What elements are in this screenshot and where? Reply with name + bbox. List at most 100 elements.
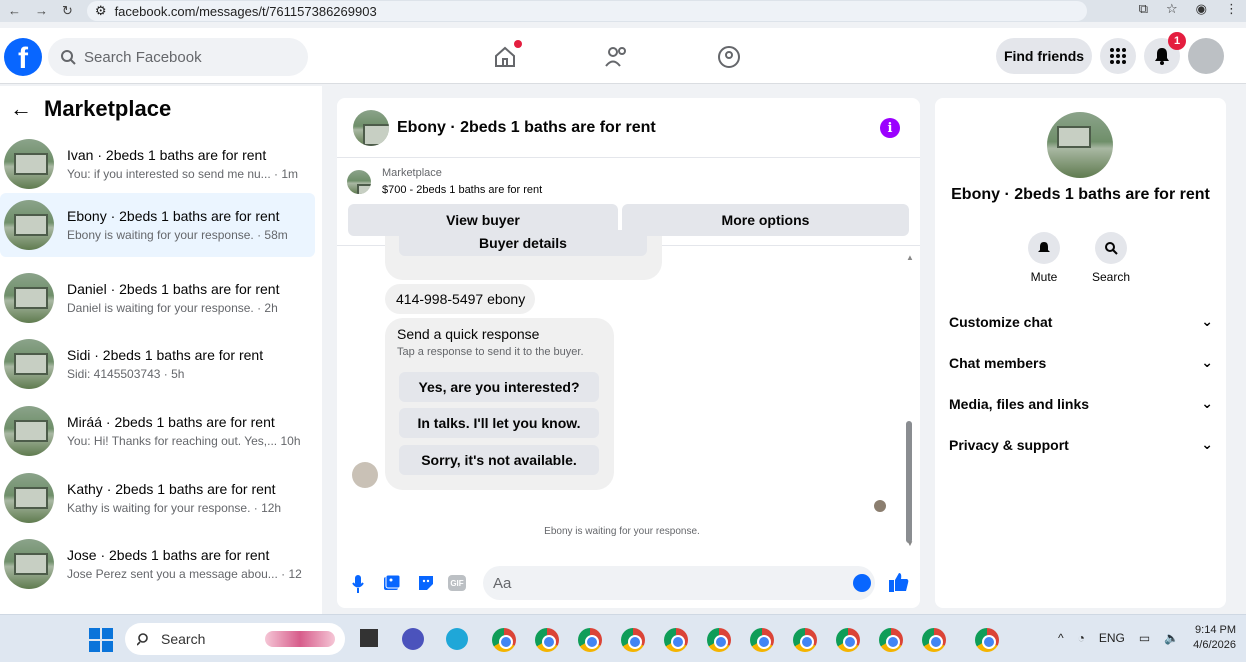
conversation-preview: Jose Perez sent you a message abou... · …	[67, 567, 302, 581]
chat-scrollbar[interactable]: ▲ ▼	[906, 253, 914, 548]
chrome-icon[interactable]	[707, 628, 731, 652]
conversation-item[interactable]: Ivan · 2beds 1 baths are for rent You: if…	[0, 132, 315, 196]
bell-icon	[1155, 48, 1169, 65]
listing-thumbnail	[4, 139, 54, 189]
customize-chat-section[interactable]: Customize chat ⌄	[949, 313, 1213, 330]
mute-action[interactable]: Mute	[1014, 232, 1074, 284]
address-bar[interactable]: ⚙ facebook.com/messages/t/76115738626990…	[86, 1, 1087, 21]
search-highlight-image	[265, 631, 335, 647]
clock[interactable]: 9:14 PM 4/6/2026	[1193, 623, 1236, 653]
chrome-icon[interactable]	[621, 628, 645, 652]
conversation-preview: Sidi: 4145503743 · 5h	[67, 367, 185, 381]
buyer-details-button[interactable]: Buyer details	[399, 230, 647, 256]
notifications-button[interactable]: 1	[1144, 32, 1186, 74]
search-action[interactable]: Search	[1081, 232, 1141, 284]
scroll-thumb[interactable]	[906, 421, 912, 543]
contact-avatar[interactable]	[1047, 112, 1113, 178]
chevron-down-icon: ⌄	[1201, 395, 1213, 411]
quick-reply-button[interactable]: Sorry, it's not available.	[399, 445, 599, 475]
chrome-icon[interactable]	[793, 628, 817, 652]
chrome-icon[interactable]	[664, 628, 688, 652]
search-facebook-input[interactable]: Search Facebook	[48, 38, 308, 76]
conversation-item[interactable]: Miráá · 2beds 1 baths are for rent You: H…	[0, 399, 315, 463]
back-icon[interactable]: ←	[8, 3, 21, 19]
conversation-item-active[interactable]: Ebony · 2beds 1 baths are for rent Ebony …	[0, 193, 315, 257]
teams-icon[interactable]	[402, 628, 424, 650]
conversation-name: Jose · 2beds 1 baths are for rent	[67, 547, 270, 563]
conversation-name: Kathy · 2beds 1 baths are for rent	[67, 481, 276, 497]
chat-title[interactable]: Ebony · 2beds 1 baths are for rent	[397, 119, 656, 137]
conversation-item[interactable]: Jose · 2beds 1 baths are for rent Jose Pe…	[0, 532, 315, 596]
conversation-item[interactable]: Daniel · 2beds 1 baths are for rent Danie…	[0, 266, 315, 330]
taskbar-search[interactable]: Search	[125, 623, 345, 655]
find-friends-button[interactable]: Find friends	[996, 38, 1092, 74]
home-icon[interactable]	[490, 40, 522, 72]
volume-icon[interactable]: 🔈	[1164, 631, 1179, 645]
photo-icon[interactable]	[383, 574, 401, 592]
conversation-preview: You: Hi! Thanks for reaching out. Yes,..…	[67, 434, 301, 448]
facebook-logo-icon[interactable]: f	[4, 38, 42, 76]
home-notification-dot	[514, 40, 522, 48]
profile-icon[interactable]: ◉	[1196, 1, 1207, 17]
scroll-down-icon[interactable]: ▼	[906, 539, 914, 548]
media-files-section[interactable]: Media, files and links ⌄	[949, 395, 1213, 412]
gif-icon[interactable]: GIF	[448, 575, 466, 591]
conversation-item[interactable]: Sidi · 2beds 1 baths are for rent Sidi: 4…	[0, 332, 315, 396]
scroll-up-icon[interactable]: ▲	[906, 253, 914, 262]
microphone-icon[interactable]	[351, 574, 365, 594]
groups-icon[interactable]	[714, 42, 744, 72]
chrome-icon[interactable]	[578, 628, 602, 652]
chrome-icon[interactable]	[750, 628, 774, 652]
account-avatar[interactable]	[1188, 38, 1224, 74]
chrome-icon[interactable]	[535, 628, 559, 652]
grid-icon	[1110, 48, 1126, 64]
search-icon	[61, 50, 76, 65]
listing-price-title[interactable]: $700 - 2beds 1 baths are for rent	[382, 184, 542, 196]
message-composer: GIF Aa	[337, 560, 920, 608]
info-icon[interactable]: i	[880, 118, 900, 138]
privacy-support-section[interactable]: Privacy & support ⌄	[949, 436, 1213, 453]
listing-thumbnail	[4, 406, 54, 456]
search-placeholder: Search Facebook	[84, 48, 202, 66]
windows-start-icon[interactable]	[89, 628, 113, 652]
section-label: Privacy & support	[949, 436, 1069, 453]
display-icon[interactable]: ▭	[1139, 631, 1150, 645]
quick-reply-button[interactable]: In talks. I'll let you know.	[399, 408, 599, 438]
conversation-name: Daniel · 2beds 1 baths are for rent	[67, 281, 280, 297]
quick-reply-button[interactable]: Yes, are you interested?	[399, 372, 599, 402]
cast-icon[interactable]: ⧉	[1139, 1, 1148, 17]
bookmark-star-icon[interactable]: ☆	[1166, 1, 1178, 17]
chat-avatar[interactable]	[353, 109, 389, 146]
language-indicator[interactable]: ENG	[1099, 631, 1125, 645]
conversation-item[interactable]: Kathy · 2beds 1 baths are for rent Kathy …	[0, 466, 315, 530]
menu-grid-button[interactable]	[1100, 38, 1136, 74]
emoji-icon[interactable]	[853, 574, 871, 592]
chrome-icon[interactable]	[879, 628, 903, 652]
chevron-up-icon[interactable]: ^	[1058, 631, 1064, 645]
forward-icon[interactable]: →	[35, 3, 48, 19]
chrome-icon-active[interactable]	[975, 628, 999, 652]
buyer-avatar[interactable]	[352, 462, 378, 488]
system-tray: ^ ◔ ENG ▭ 🔈 9:14 PM 4/6/2026	[1058, 623, 1236, 653]
sticker-icon[interactable]	[417, 574, 435, 592]
thumbs-up-icon[interactable]	[888, 571, 910, 593]
site-info-icon[interactable]: ⚙	[95, 3, 107, 19]
listing-thumbnail	[4, 200, 54, 250]
reload-icon[interactable]: ↻	[62, 3, 73, 19]
back-arrow-icon[interactable]: ←	[10, 96, 32, 122]
message-input[interactable]: Aa	[483, 566, 875, 600]
menu-dots-icon[interactable]: ⋮	[1225, 1, 1238, 17]
network-icon[interactable]: ◔	[1078, 631, 1085, 645]
conversation-name: Ebony · 2beds 1 baths are for rent	[67, 208, 280, 224]
chrome-icon[interactable]	[922, 628, 946, 652]
friends-icon[interactable]	[602, 42, 632, 72]
edge-icon[interactable]	[446, 628, 468, 650]
more-options-button[interactable]: More options	[622, 204, 909, 236]
chrome-icon[interactable]	[836, 628, 860, 652]
chat-members-section[interactable]: Chat members ⌄	[949, 354, 1213, 371]
chrome-icon[interactable]	[492, 628, 516, 652]
clock-date: 4/6/2026	[1193, 639, 1236, 651]
listing-thumbnail[interactable]	[347, 170, 371, 194]
task-view-icon[interactable]	[360, 629, 378, 647]
conversation-preview: Ebony is waiting for your response. · 58…	[67, 228, 288, 242]
